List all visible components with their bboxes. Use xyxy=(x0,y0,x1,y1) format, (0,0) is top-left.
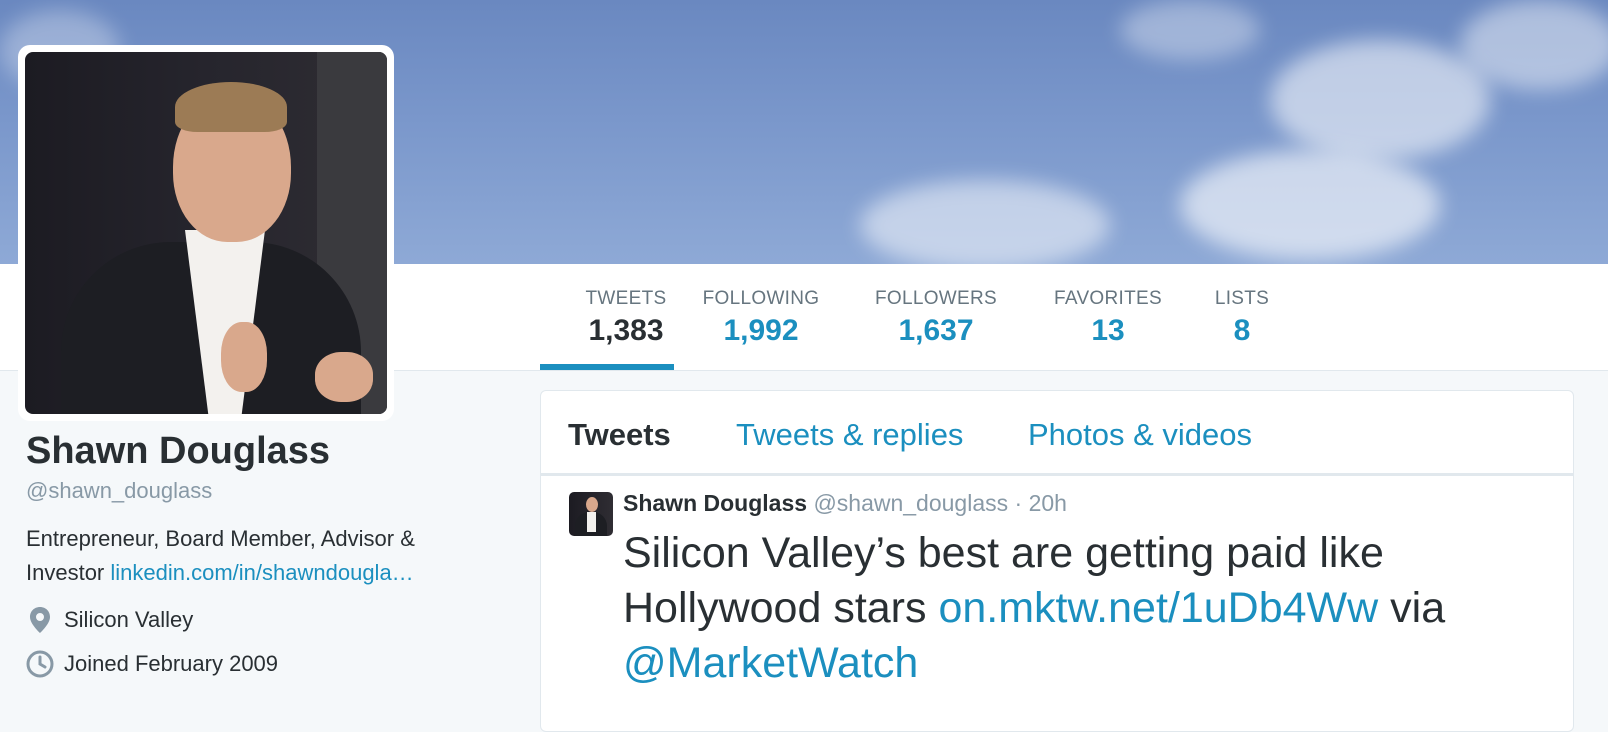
stat-value: 8 xyxy=(1233,314,1251,347)
stat-following[interactable]: FOLLOWING 1,992 xyxy=(700,288,822,348)
stat-followers[interactable]: FOLLOWERS 1,637 xyxy=(872,288,1000,348)
banner-cloud xyxy=(1270,40,1490,160)
timeline-card: Tweets Tweets & replies Photos & videos … xyxy=(540,390,1574,732)
tweet-timestamp[interactable]: 20h xyxy=(1029,490,1067,516)
stat-tweets[interactable]: TWEETS 1,383 xyxy=(565,288,687,348)
tweet-author-name[interactable]: Shawn Douglass xyxy=(623,490,807,516)
clock-icon xyxy=(26,650,54,678)
tweet-author-handle[interactable]: @shawn_douglass xyxy=(813,490,1008,516)
tweet-mention[interactable]: @MarketWatch xyxy=(623,639,918,687)
bio-link[interactable]: linkedin.com/in/shawndougla… xyxy=(110,560,413,585)
tab-tweets[interactable]: Tweets xyxy=(568,417,671,453)
banner-cloud xyxy=(1180,150,1440,260)
stat-label: FOLLOWERS xyxy=(875,288,997,309)
stat-label: TWEETS xyxy=(585,288,667,309)
stat-label: FAVORITES xyxy=(1054,288,1162,309)
active-stat-indicator xyxy=(540,364,674,370)
tweet-avatar-face xyxy=(586,497,598,512)
tab-photos-videos[interactable]: Photos & videos xyxy=(1028,417,1252,453)
profile-avatar-frame xyxy=(18,45,394,421)
banner-cloud xyxy=(860,180,1110,264)
avatar-hair xyxy=(175,82,287,132)
profile-avatar[interactable] xyxy=(25,52,387,414)
joined-text: Joined February 2009 xyxy=(64,651,279,676)
stat-value: 1,383 xyxy=(588,314,664,347)
tweet-link[interactable]: on.mktw.net/1uDb4Ww xyxy=(938,584,1378,632)
stat-value: 1,637 xyxy=(898,314,974,347)
tweet-avatar-shirt xyxy=(587,512,596,532)
stat-label: FOLLOWING xyxy=(702,288,820,309)
profile-bio: Entrepreneur, Board Member, Advisor & In… xyxy=(26,522,496,590)
avatar-hand xyxy=(315,352,373,402)
tweet-avatar[interactable] xyxy=(569,492,613,536)
profile-name[interactable]: Shawn Douglass xyxy=(26,430,330,473)
stat-favorites[interactable]: FAVORITES 13 xyxy=(1050,288,1166,348)
banner-cloud xyxy=(1460,0,1608,90)
profile-location: Silicon Valley xyxy=(26,606,193,634)
timeline-tabs: Tweets Tweets & replies Photos & videos xyxy=(541,391,1573,476)
tweet-header: Shawn Douglass @shawn_douglass · 20h xyxy=(623,490,1067,517)
banner-cloud xyxy=(1120,0,1260,60)
map-pin-icon xyxy=(26,606,54,634)
profile-joined: Joined February 2009 xyxy=(26,650,278,678)
location-text: Silicon Valley xyxy=(64,607,194,632)
tweet-separator: · xyxy=(1008,490,1029,516)
tweet-text-part: via xyxy=(1378,584,1446,632)
profile-handle[interactable]: @shawn_douglass xyxy=(26,478,212,504)
tweet-text: Silicon Valley’s best are getting paid l… xyxy=(623,526,1543,691)
stat-lists[interactable]: LISTS 8 xyxy=(1212,288,1272,348)
tab-tweets-replies[interactable]: Tweets & replies xyxy=(736,417,963,453)
stat-label: LISTS xyxy=(1214,288,1270,309)
stat-value: 13 xyxy=(1091,314,1125,347)
avatar-hand xyxy=(221,322,267,392)
stat-value: 1,992 xyxy=(723,314,799,347)
